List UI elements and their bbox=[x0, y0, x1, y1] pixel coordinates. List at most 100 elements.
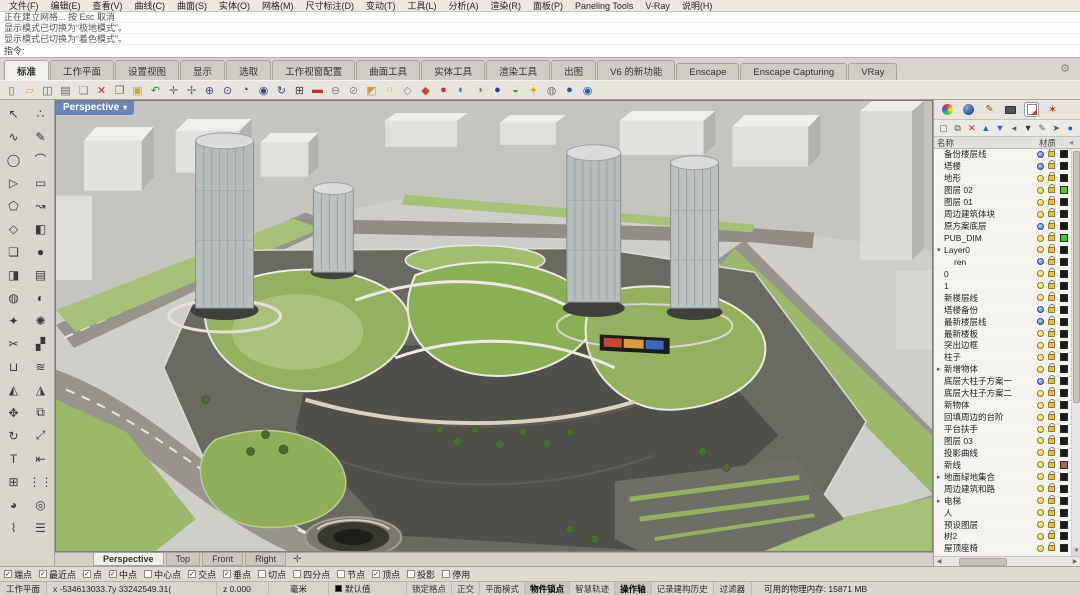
dimension-icon[interactable]: ⇤ bbox=[27, 447, 54, 470]
status-toggle-平面模式[interactable]: 平面模式 bbox=[480, 582, 526, 595]
group-icon[interactable]: ⊞ bbox=[0, 470, 27, 493]
menu-item-曲面(S)[interactable]: 曲面(S) bbox=[172, 0, 212, 12]
viewport-tab-top[interactable]: Top bbox=[165, 553, 201, 566]
pan-icon[interactable]: ✛ bbox=[165, 82, 182, 98]
save-icon[interactable]: ◫ bbox=[39, 82, 56, 98]
osnap-交点[interactable]: ✓ 交点 bbox=[188, 568, 216, 581]
layer-lock-icon[interactable] bbox=[1048, 220, 1055, 230]
layer-row[interactable]: 新物体 bbox=[934, 399, 1071, 412]
layer-row[interactable]: 底层大柱子方案二 bbox=[934, 387, 1071, 400]
split-icon[interactable]: ▞ bbox=[27, 332, 54, 355]
layer-row[interactable]: 周边建筑体块 bbox=[934, 208, 1071, 221]
viewport-3d-scene[interactable] bbox=[56, 101, 932, 551]
layer-visibility-bulb-icon[interactable] bbox=[1037, 521, 1044, 529]
menu-item-网格(M)[interactable]: 网格(M) bbox=[257, 0, 299, 12]
layer-row[interactable]: PUB_DIM bbox=[934, 232, 1071, 245]
material-tab[interactable]: ✎ bbox=[982, 102, 997, 117]
checkbox-icon[interactable]: ✓ bbox=[109, 570, 118, 578]
lightbulb-icon[interactable]: ○ bbox=[381, 82, 398, 98]
move-icon[interactable]: ✢ bbox=[183, 82, 200, 98]
layer-row[interactable]: 图层 03 bbox=[934, 434, 1071, 448]
new-viewport-tab-icon[interactable]: ✛ bbox=[288, 553, 306, 566]
layer-row[interactable]: 底层大柱子方案一 bbox=[934, 375, 1071, 388]
layer-color-swatch[interactable] bbox=[1060, 305, 1068, 314]
tab-显示[interactable]: 显示 bbox=[180, 60, 226, 80]
layer-color-swatch[interactable] bbox=[1060, 472, 1068, 481]
scrollbar-thumb[interactable] bbox=[959, 557, 1007, 566]
cplane-button[interactable]: 工作平面 bbox=[0, 582, 48, 595]
viewport-perspective[interactable]: Perspective ▾ bbox=[55, 100, 933, 552]
layers-tab[interactable] bbox=[1024, 102, 1039, 117]
layer-lock-icon[interactable] bbox=[1048, 518, 1055, 528]
layer-row[interactable]: 塔楼 bbox=[934, 160, 1071, 173]
layer-lock-icon[interactable] bbox=[1048, 363, 1055, 373]
rendered-view-icon[interactable]: ◐ bbox=[453, 82, 470, 98]
layer-lock-icon[interactable] bbox=[1048, 387, 1055, 397]
expand-right-icon[interactable]: ▸ bbox=[937, 365, 944, 373]
trim-icon[interactable]: ✂ bbox=[0, 332, 27, 355]
filter-button[interactable]: 过滤器 bbox=[714, 582, 753, 595]
zoom-icon[interactable]: ⊕ bbox=[201, 82, 218, 98]
layer-color-swatch[interactable] bbox=[1060, 377, 1068, 386]
layer-visibility-bulb-icon[interactable] bbox=[1037, 162, 1044, 170]
render-properties-tab[interactable] bbox=[961, 102, 976, 117]
surface-corner-icon[interactable]: ◧ bbox=[27, 217, 54, 240]
boolean-union-icon[interactable]: ◍ bbox=[0, 286, 27, 309]
move-down-icon[interactable]: ▼ bbox=[994, 123, 1005, 133]
layer-row[interactable]: 原方案底层 bbox=[934, 220, 1071, 233]
layer-row[interactable]: 图层 01 bbox=[934, 196, 1071, 209]
pipe-icon[interactable]: ⌇ bbox=[0, 516, 27, 539]
layer-row[interactable]: ▸ 电梯 bbox=[934, 494, 1071, 508]
tab-渲染工具[interactable]: 渲染工具 bbox=[486, 60, 551, 80]
layer-visibility-bulb-icon[interactable] bbox=[1037, 246, 1044, 254]
tab-实体工具[interactable]: 实体工具 bbox=[421, 60, 486, 80]
viewport-tab-right[interactable]: Right bbox=[245, 553, 287, 566]
display-mode-tab[interactable] bbox=[1003, 102, 1018, 117]
viewport-layout-icon[interactable]: ⊞ bbox=[291, 82, 308, 98]
layer-lock-icon[interactable] bbox=[1048, 351, 1055, 361]
layer-lock-icon[interactable] bbox=[1048, 411, 1055, 421]
zoom-extents-icon[interactable]: ◔ bbox=[237, 82, 254, 98]
new-layer-icon[interactable]: ▢ bbox=[938, 123, 949, 134]
layer-lock-icon[interactable] bbox=[1048, 458, 1055, 468]
layer-color-swatch[interactable] bbox=[1060, 210, 1068, 219]
scale-tool-icon[interactable]: ⤢ bbox=[27, 424, 54, 447]
layer-color-swatch[interactable] bbox=[1060, 544, 1068, 553]
viewport-tab-front[interactable]: Front bbox=[202, 553, 244, 566]
delete-icon[interactable]: ✕ bbox=[93, 82, 110, 98]
layer-row[interactable]: 最新楼板 bbox=[934, 327, 1071, 340]
material-icon[interactable]: ◒ bbox=[507, 82, 524, 98]
menu-item-Paneling Tools[interactable]: Paneling Tools bbox=[570, 1, 638, 11]
tab-工作平面[interactable]: 工作平面 bbox=[50, 60, 115, 80]
osnap-端点[interactable]: ✓ 端点 bbox=[4, 568, 32, 581]
layer-lock-icon[interactable] bbox=[1048, 160, 1055, 170]
tab-选取[interactable]: 选取 bbox=[226, 60, 272, 80]
layer-color-swatch[interactable] bbox=[1060, 281, 1068, 290]
filter-icon[interactable]: ▼ bbox=[1023, 123, 1034, 133]
osnap-四分点[interactable]: 四分点 bbox=[293, 568, 330, 581]
arc-icon[interactable]: ⌒ bbox=[27, 148, 54, 171]
help-icon[interactable]: ● bbox=[1065, 123, 1076, 133]
copy-icon[interactable]: ❐ bbox=[111, 82, 128, 98]
layer-color-swatch[interactable] bbox=[1060, 329, 1068, 338]
box-icon[interactable]: ❏ bbox=[0, 240, 27, 263]
new-file-icon[interactable]: ▯ bbox=[3, 82, 20, 98]
layer-lock-icon[interactable] bbox=[1048, 399, 1055, 409]
menu-item-实体(O)[interactable]: 实体(O) bbox=[214, 0, 255, 12]
properties-icon[interactable]: ❏ bbox=[75, 82, 92, 98]
help-sphere-icon[interactable]: ◉ bbox=[579, 82, 596, 98]
layer-lock-icon[interactable] bbox=[1048, 482, 1055, 492]
layer-lock-icon[interactable] bbox=[1048, 506, 1055, 516]
layer-visibility-bulb-icon[interactable] bbox=[1037, 532, 1044, 540]
checkbox-icon[interactable]: ✓ bbox=[223, 570, 232, 578]
layer-color-swatch[interactable] bbox=[1060, 484, 1068, 493]
layer-visibility-bulb-icon[interactable] bbox=[1037, 210, 1044, 218]
text-icon[interactable]: T bbox=[0, 447, 27, 470]
menu-item-曲线(C)[interactable]: 曲线(C) bbox=[130, 0, 171, 12]
layer-visibility-bulb-icon[interactable] bbox=[1037, 282, 1044, 290]
expand-down-icon[interactable]: ▾ bbox=[937, 246, 944, 254]
freeform-icon[interactable]: ↝ bbox=[27, 194, 54, 217]
units-label[interactable]: 毫米 bbox=[269, 582, 330, 595]
shade-icon[interactable]: ◆ bbox=[417, 82, 434, 98]
layer-lock-icon[interactable] bbox=[1048, 243, 1055, 253]
